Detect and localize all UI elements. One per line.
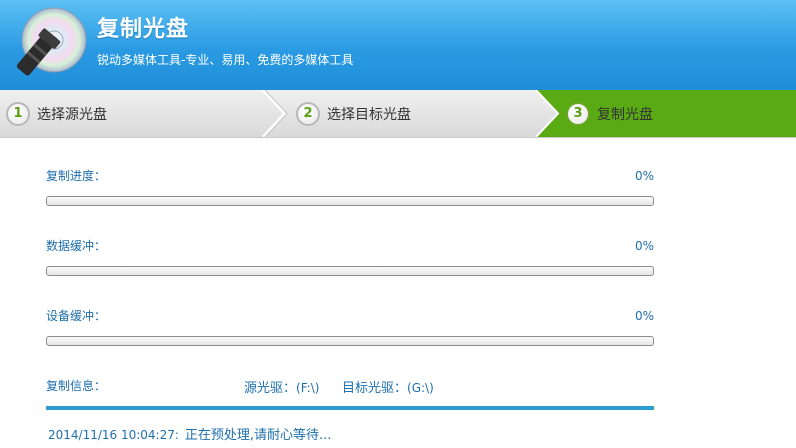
copy-progress-bar [46, 196, 654, 206]
step-2: 2 选择目标光盘 [296, 90, 411, 137]
log-message: 正在预处理,请耐心等待... [184, 428, 332, 443]
step-1-label: 选择源光盘 [37, 106, 107, 123]
target-drive-label: 目标光驱： [342, 381, 408, 396]
step-2-label: 选择目标光盘 [327, 106, 411, 123]
step-1-number: 1 [6, 101, 30, 126]
step-2-number: 2 [296, 101, 320, 126]
source-drive-label: 源光驱： [244, 381, 297, 396]
log-entry: 2014/11/16 10:04:27: 正在预处理,请耐心等待... [48, 424, 331, 443]
log-time: 2014/11/16 10:04:27: [48, 428, 179, 442]
info-divider [46, 406, 654, 410]
source-drive-value: (F:\) [296, 381, 320, 395]
data-buffer-label: 数据缓冲： [46, 239, 107, 253]
source-drive: 源光驱：(F:\) [244, 377, 319, 396]
copy-info-label: 复制信息： [46, 379, 107, 393]
device-buffer-label: 设备缓冲： [46, 309, 107, 323]
copy-progress-percent: 0% [635, 169, 655, 183]
device-buffer-bar [46, 336, 654, 346]
wizard-steps: 1 选择源光盘 2 选择目标光盘 3 复制光盘 [0, 90, 796, 138]
target-drive-value: (G:\) [407, 381, 434, 395]
data-buffer-bar [46, 266, 654, 276]
data-buffer-percent: 0% [635, 239, 655, 253]
device-buffer-percent: 0% [635, 309, 655, 323]
target-drive: 目标光驱：(G:\) [342, 377, 434, 396]
step-3: 3 复制光盘 [566, 90, 653, 137]
app-subtitle: 锐动多媒体工具-专业、易用、免费的多媒体工具 [97, 53, 354, 67]
step-3-number: 3 [566, 101, 590, 126]
app-title: 复制光盘 [97, 17, 190, 42]
disc-with-flashlight-icon [16, 7, 87, 76]
copy-progress-label: 复制进度： [46, 169, 107, 183]
step-3-label: 复制光盘 [597, 106, 653, 123]
step-1: 1 选择源光盘 [6, 90, 107, 137]
app-header: 复制光盘 锐动多媒体工具-专业、易用、免费的多媒体工具 [0, 0, 796, 90]
